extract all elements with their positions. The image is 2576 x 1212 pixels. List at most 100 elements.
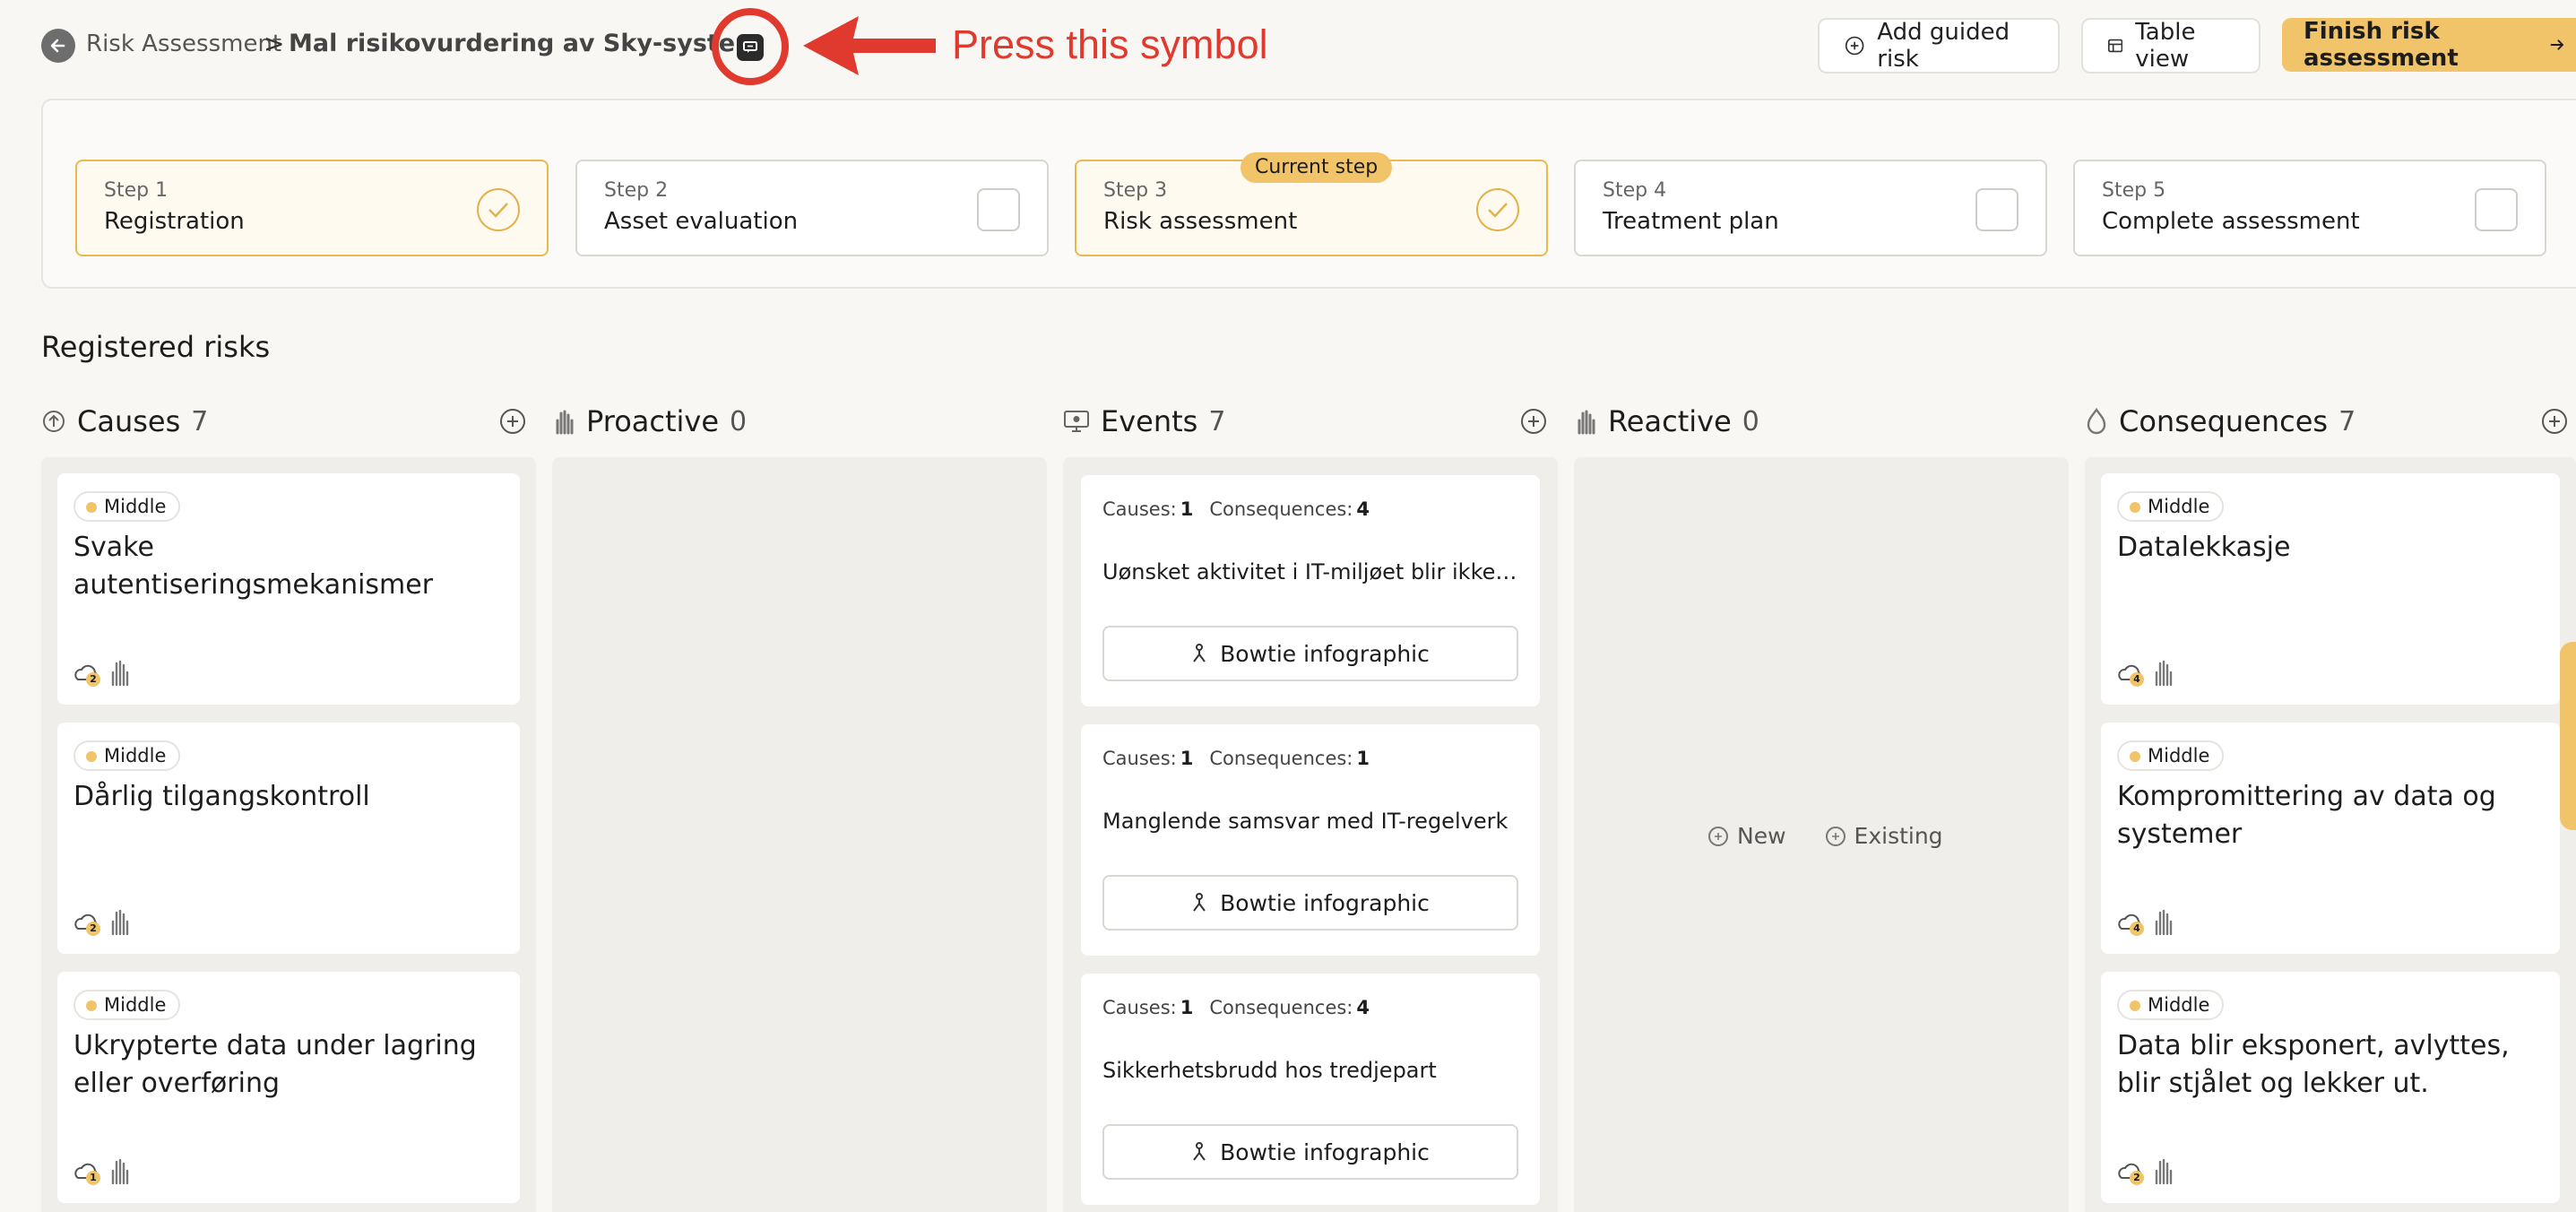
cause-card[interactable]: Middle Svake autentiseringsmekanismer 2 [57,473,520,705]
bowtie-icon [1193,644,1206,662]
event-card[interactable]: Causes: 1 Consequences: 1 Manglende sams… [1081,724,1540,956]
count-badge: 2 [86,922,100,936]
step-registration[interactable]: Step 1 Registration [75,160,549,256]
level-dot [86,1000,97,1011]
column-header-consequences: Consequences 7 [2085,402,2356,441]
column-header-proactive: Proactive 0 [552,402,747,441]
breadcrumb-parent-link[interactable]: Risk Assessment [86,30,281,57]
consequence-card[interactable]: Middle Data blir eksponert, avlyttes, bl… [2101,972,2560,1203]
column-header-causes: Causes 7 [41,402,208,441]
causes-label: Causes: [1102,748,1177,769]
bowtie-label: Bowtie infographic [1220,1138,1430,1165]
event-title: Uønsket aktivitet i IT-miljøet blir ikke… [1102,559,1520,584]
cause-icon [43,411,65,432]
finish-risk-assessment-button[interactable]: Finish risk assessment [2282,18,2576,72]
step-asset-evaluation[interactable]: Step 2 Asset evaluation [575,160,1049,256]
causes-count: 1 [1180,748,1194,769]
event-card[interactable]: Causes: 1 Consequences: 4 Uønsket aktivi… [1081,475,1540,706]
page-title: Mal risikovurdering av Sky-system [289,30,761,57]
event-title: Sikkerhetsbrudd hos tredjepart [1102,1058,1437,1083]
event-card[interactable]: Causes: 1 Consequences: 4 Sikkerhetsbrud… [1081,974,1540,1205]
plus-icon [2549,416,2560,427]
plus-circle-icon [1845,36,1864,56]
step-treatment-plan[interactable]: Step 4 Treatment plan [1574,160,2047,256]
consequences-count: 1 [1356,748,1370,769]
hand-icon [2155,660,2173,687]
checkbox-empty-icon [2475,188,2518,231]
proactive-column [552,457,1047,1212]
consequence-card[interactable]: Middle Datalekkasje 4 [2101,473,2560,705]
level-badge: Middle [73,740,181,771]
step-complete-assessment[interactable]: Step 5 Complete assessment [2073,160,2546,256]
level-dot [2130,502,2140,513]
level-dot [86,751,97,762]
new-reactive-button[interactable]: New [1708,823,1786,849]
level-badge: Middle [2117,491,2225,522]
cause-card[interactable]: Middle Ukrypterte data under lagring ell… [57,972,520,1203]
consequences-label: Consequences: [1209,997,1353,1018]
bowtie-icon [1193,893,1206,912]
level-badge: Middle [2117,740,2225,771]
table-view-button[interactable]: Table view [2081,18,2260,74]
level-dot [86,502,97,513]
level-label: Middle [2148,994,2210,1016]
count-badge: 1 [86,1171,100,1185]
step-number: Step 5 [2102,179,2166,202]
column-count: 7 [2338,405,2356,437]
existing-reactive-button[interactable]: Existing [1825,823,1943,849]
consequences-count: 4 [1356,498,1370,520]
add-guided-risk-label: Add guided risk [1877,19,2010,73]
breadcrumb-separator: > [264,29,285,58]
arrow-right-icon [2550,39,2563,50]
risk-title: Ukrypterte data under lagring eller over… [73,1030,477,1099]
plus-circle-icon [1825,826,1846,846]
column-title: Proactive [586,404,720,438]
level-badge: Middle [73,990,181,1020]
hand-icon [111,1158,129,1185]
plus-icon [1528,416,1539,427]
section-title: Registered risks [41,330,271,364]
bowtie-icon [1193,1142,1206,1161]
causes-column: Middle Svake autentiseringsmekanismer 2 … [41,457,536,1212]
bowtie-infographic-button[interactable]: Bowtie infographic [1102,626,1518,681]
bowtie-infographic-button[interactable]: Bowtie infographic [1102,875,1518,931]
risk-title: Kompromittering av data og systemer [2117,781,2496,850]
plus-circle-icon [1708,826,1728,846]
level-dot [2130,1000,2140,1011]
cause-card[interactable]: Middle Dårlig tilgangskontroll 2 [57,723,520,954]
events-column: Causes: 1 Consequences: 4 Uønsket aktivi… [1063,457,1558,1212]
event-meta: Causes: 1 Consequences: 4 [1102,498,1370,520]
column-title: Causes [77,404,181,438]
column-title: Reactive [1608,404,1732,438]
side-panel-tab[interactable] [2560,642,2576,830]
risk-title: Svake autentiseringsmekanismer [73,532,434,601]
step-name: Treatment plan [1603,208,1779,235]
table-view-label: Table view [2135,19,2196,73]
annotation-text: Press this symbol [952,22,1268,67]
level-badge: Middle [73,491,181,522]
column-title: Events [1101,404,1198,438]
add-consequence-button[interactable] [2542,409,2567,434]
add-event-button[interactable] [1521,409,1546,434]
hand-icon [2155,1158,2173,1185]
hand-icon [1578,410,1595,435]
causes-count: 1 [1180,498,1194,520]
step-name: Asset evaluation [604,208,799,235]
table-icon [2108,39,2123,53]
step-name: Complete assessment [2102,208,2360,235]
risk-title: Dårlig tilgangskontroll [73,781,370,812]
column-count: 7 [1208,405,1226,437]
bowtie-infographic-button[interactable]: Bowtie infographic [1102,1124,1518,1180]
step-number: Step 2 [604,179,669,202]
add-cause-button[interactable] [500,409,525,434]
step-number: Step 3 [1103,179,1168,202]
step-name: Risk assessment [1103,208,1298,235]
level-label: Middle [104,745,167,766]
hand-icon [556,410,574,435]
causes-label: Causes: [1102,997,1177,1018]
back-button[interactable] [41,29,75,63]
consequence-card[interactable]: Middle Kompromittering av data og system… [2101,723,2560,954]
consequence-icon [2087,408,2106,435]
check-icon [1476,188,1519,231]
add-guided-risk-button[interactable]: Add guided risk [1818,18,2060,74]
